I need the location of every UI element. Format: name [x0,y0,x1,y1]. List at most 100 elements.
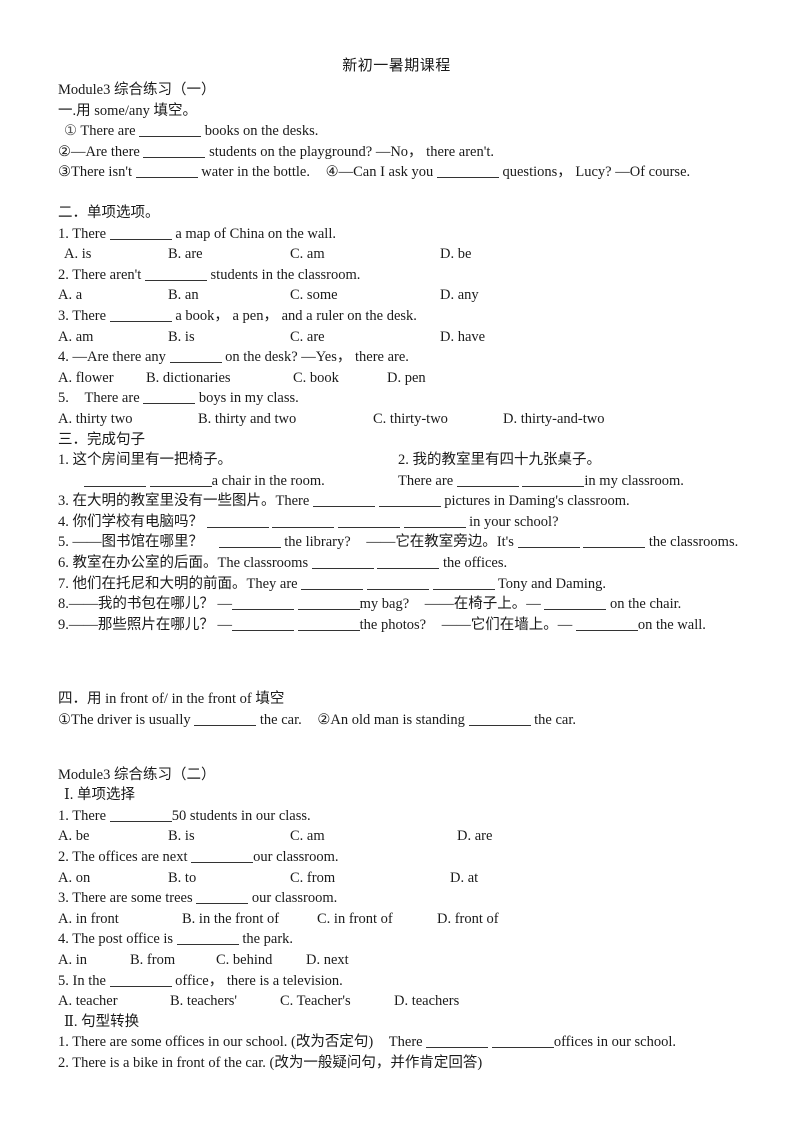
answer-blank[interactable] [468,711,531,727]
option-b[interactable]: B. is [168,826,290,847]
m1s2-options-3: A. am B. is C. are D. have [58,327,767,348]
option-d[interactable]: D. are [457,826,492,847]
option-a[interactable]: A. on [58,868,168,889]
answer-blank[interactable] [139,122,202,138]
answer-blank[interactable] [575,616,638,631]
m2s1-question-1: 1. There 50 students in our class. [58,806,767,827]
answer-blank[interactable] [144,266,207,281]
option-c[interactable]: C. from [290,868,450,889]
option-a[interactable]: A. am [58,327,168,348]
answer-blank[interactable] [426,1034,489,1049]
answer-blank[interactable] [194,711,257,727]
answer-blank[interactable] [169,348,222,364]
option-c[interactable]: C. thirty-two [373,409,503,430]
answer-blank[interactable] [196,889,249,905]
answer-blank[interactable] [143,390,196,405]
answer-blank[interactable] [544,595,607,611]
answer-blank[interactable] [297,616,360,631]
option-a[interactable]: A. in [58,950,130,971]
option-d[interactable]: D. be [440,244,471,265]
option-b[interactable]: B. are [168,244,290,265]
item-1-mid: books on the desks. [204,123,319,140]
answer-blank[interactable] [517,534,580,549]
option-a[interactable]: A. in front [58,909,182,930]
answer-blank[interactable] [135,164,198,179]
option-a[interactable]: A. be [58,826,168,847]
option-c[interactable]: C. book [293,368,387,389]
question-stem-pre: The offices are next [72,849,188,865]
question-stem-pre: There [72,807,107,824]
option-a[interactable]: A. flower [58,368,146,389]
answer-blank[interactable] [272,513,335,528]
answer-blank[interactable] [403,513,466,528]
module1-section4-heading: 四．用 in front of/ in the front of 填空 [58,691,285,708]
option-d[interactable]: D. teachers [394,991,459,1012]
option-d[interactable]: D. at [450,868,478,889]
option-c[interactable]: C. are [290,327,440,348]
answer-blank[interactable] [432,575,495,590]
option-a[interactable]: A. is [58,244,168,265]
option-d[interactable]: D. have [440,327,485,348]
m1s3-row-9: 9.——那些照片在哪儿？ — the photos? ——它们在墙上。— on … [58,615,767,636]
option-b[interactable]: B. is [168,327,290,348]
answer-blank[interactable] [583,534,646,549]
option-c[interactable]: C. Teacher's [280,991,394,1012]
option-c[interactable]: C. some [290,285,440,306]
option-b[interactable]: B. to [168,868,290,889]
option-c[interactable]: C. am [290,244,440,265]
option-b[interactable]: B. thirty and two [198,409,373,430]
answer-blank[interactable] [377,554,440,570]
q2-english-post: in my classroom. [584,472,684,489]
answer-blank[interactable] [206,513,269,528]
answer-blank[interactable] [176,931,239,946]
option-a[interactable]: A. a [58,285,168,306]
answer-blank[interactable] [232,595,294,611]
option-c[interactable]: C. am [290,826,457,847]
answer-blank[interactable] [312,493,375,508]
answer-blank[interactable] [311,554,374,570]
option-a[interactable]: A. teacher [58,991,170,1012]
question-number: 2. [58,266,69,283]
answer-blank[interactable] [436,164,499,179]
answer-blank[interactable] [143,143,206,158]
question-stem-post: boys in my class. [198,390,299,407]
option-b[interactable]: B. from [130,950,216,971]
q7-chinese: 7. 他们在托尼和大明的前面。 [58,575,247,592]
option-b[interactable]: B. in the front of [182,909,317,930]
option-b[interactable]: B. teachers' [170,991,280,1012]
answer-blank[interactable] [191,848,254,863]
option-b[interactable]: B. an [168,285,290,306]
answer-blank[interactable] [84,472,146,487]
answer-blank[interactable] [366,575,429,590]
answer-blank[interactable] [522,472,585,487]
option-c[interactable]: C. behind [216,950,306,971]
option-d[interactable]: D. pen [387,368,426,389]
option-d[interactable]: D. thirty-and-two [503,409,604,430]
option-c[interactable]: C. in front of [317,909,437,930]
m1s3-row-3: 3. 在大明的教室里没有一些图片。There pictures in Damin… [58,491,767,512]
q3-english-pre: There [275,493,310,510]
answer-blank[interactable] [109,972,172,987]
answer-blank[interactable] [378,493,441,508]
q7-english-post: Tony and Daming. [497,575,606,592]
answer-blank[interactable] [297,595,360,611]
option-d[interactable]: D. any [440,285,479,306]
answer-blank[interactable] [232,616,294,631]
answer-blank[interactable] [218,534,281,549]
answer-blank[interactable] [109,307,172,322]
answer-blank[interactable] [109,807,172,822]
answer-blank[interactable] [301,575,364,590]
m1s1-item-2: ②—Are there students on the playground? … [58,142,767,163]
answer-blank[interactable] [109,225,172,240]
option-b[interactable]: B. dictionaries [146,368,293,389]
answer-blank[interactable] [149,472,212,487]
answer-blank[interactable] [456,472,519,487]
answer-blank[interactable] [337,513,400,528]
option-d[interactable]: D. next [306,950,349,971]
option-a[interactable]: A. thirty two [58,409,198,430]
q7-english-pre: They are [246,575,298,592]
option-d[interactable]: D. front of [437,909,499,930]
question-stem-pre: In the [72,972,106,989]
answer-blank[interactable] [491,1034,554,1049]
item-1-pre: The driver is usually [71,712,191,729]
